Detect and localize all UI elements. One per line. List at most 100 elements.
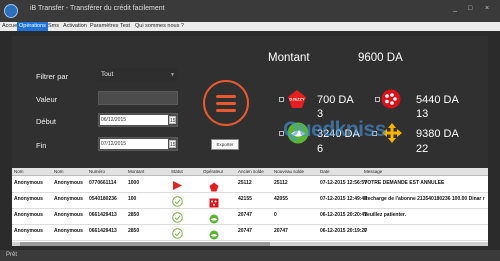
table-row[interactable]: Anonymous Anonymous 0770661114 1000 25112 251…: [12, 176, 488, 193]
col-nom-2[interactable]: Nom: [54, 168, 64, 175]
col-nom-1[interactable]: Nom: [14, 168, 24, 175]
cell-numero: 0540180236: [89, 196, 117, 202]
djezzy-logo-icon: DJEZZY: [287, 89, 307, 109]
mobilis-operator-icon: [209, 227, 219, 240]
operations-table: Nom Nom Numéro Montant Statut Opérateur …: [12, 168, 488, 246]
cell-nom-2: Anonymous: [54, 212, 83, 218]
all-amount: 9380 DA: [416, 128, 459, 140]
minimize-button[interactable]: _: [453, 5, 457, 13]
mobilis-count: 6: [317, 143, 324, 155]
cell-ancien-solde: 20747: [238, 228, 252, 234]
cell-ancien-solde: 25112: [238, 180, 252, 186]
cell-message: VOTRE DEMANDE EST ANNULEE: [364, 180, 445, 186]
cell-nouveau-solde: 0: [274, 212, 277, 218]
fin-date-input[interactable]: 07/12/2015: [100, 139, 168, 149]
menu-parametres[interactable]: Paramètres: [88, 22, 120, 31]
montant-label: Montant: [268, 52, 310, 64]
maximize-button[interactable]: □: [468, 5, 472, 13]
menu-bar: Accueil Opérations Sms Activation Paramè…: [0, 22, 500, 31]
ooredoo-amount: 5440 DA: [416, 94, 459, 106]
chevron-down-icon: ▼: [170, 72, 175, 78]
ooredoo-checkbox[interactable]: [375, 97, 380, 102]
cell-numero: 0770661114: [89, 180, 117, 186]
djezzy-checkbox[interactable]: [279, 97, 284, 102]
ooredoo-operator-icon: [209, 195, 219, 208]
cell-nom-1: Anonymous: [14, 212, 43, 218]
cell-nouveau-solde: 25112: [274, 180, 288, 186]
cell-montant: 1000: [128, 180, 140, 186]
fin-label: Fin: [36, 141, 47, 150]
status-bar: Prêt: [0, 250, 500, 261]
col-nouveau-solde[interactable]: Nouveau solde: [274, 168, 304, 175]
cell-message: 0: [364, 228, 367, 234]
cell-montant: 2850: [128, 212, 140, 218]
menu-operations[interactable]: Opérations: [17, 22, 48, 31]
col-statut[interactable]: Statut: [171, 168, 183, 175]
window-title: iB Transfer - Transférer du crédit facil…: [30, 5, 165, 12]
close-button[interactable]: ×: [485, 5, 489, 13]
cell-ancien-solde: 20747: [238, 212, 252, 218]
all-count: 22: [416, 143, 429, 155]
app-logo-icon: [4, 4, 18, 18]
filtrer-par-select[interactable]: Tout ▼: [98, 68, 178, 82]
cell-numero: 0661429413: [89, 212, 117, 218]
cell-message: Recharge de l'abonne 213540180236 100.00…: [364, 196, 485, 202]
scrollbar-thumb[interactable]: [20, 242, 270, 246]
menu-activation[interactable]: Activation: [61, 22, 89, 31]
cell-nouveau-solde: 42055: [274, 196, 288, 202]
cell-nom-1: Anonymous: [14, 196, 43, 202]
menu-bar-line: [216, 102, 236, 105]
cell-nom-2: Anonymous: [54, 180, 83, 186]
valeur-label: Valeur: [36, 95, 58, 104]
table-row[interactable]: Anonymous Anonymous 0540180236 100 42155 4205…: [12, 192, 488, 209]
filtrer-par-value: Tout: [101, 71, 114, 78]
table-row[interactable]: Anonymous Anonymous 0661429413 2850 20747 0 06…: [12, 208, 488, 225]
cell-montant: 2850: [128, 228, 140, 234]
status-text: Prêt: [6, 252, 18, 258]
cell-date: 06-12-2015 20:19:27: [320, 228, 367, 234]
djezzy-operator-icon: [209, 179, 219, 192]
col-date[interactable]: Date: [320, 168, 330, 175]
status-success-icon: [172, 226, 183, 239]
status-error-icon: [172, 178, 183, 190]
cell-nom-1: Anonymous: [14, 180, 43, 186]
watermark-text: Quedkniss: [283, 118, 386, 141]
cell-nouveau-solde: 20747: [274, 228, 288, 234]
cell-ancien-solde: 42155: [238, 196, 252, 202]
cell-numero: 0661429413: [89, 228, 117, 234]
col-ancien-solde[interactable]: Ancien solde: [238, 168, 264, 175]
menu-test[interactable]: Test: [118, 22, 132, 31]
title-bar: iB Transfer - Transférer du crédit facil…: [0, 0, 500, 22]
col-numero[interactable]: Numéro: [89, 168, 105, 175]
status-success-icon: [172, 194, 183, 207]
djezzy-amount: 700 DA: [317, 94, 354, 106]
debut-date-input[interactable]: 06/12/2015: [100, 115, 168, 125]
table-header: Nom Nom Numéro Montant Statut Opérateur …: [12, 168, 488, 176]
montant-value: 9600 DA: [358, 52, 403, 64]
cell-nom-2: Anonymous: [54, 196, 83, 202]
col-operateur[interactable]: Opérateur: [203, 168, 223, 175]
col-message[interactable]: Message: [364, 168, 382, 175]
col-montant[interactable]: Montant: [128, 168, 144, 175]
djezzy-logo-text: DJEZZY: [289, 97, 305, 102]
status-success-icon: [172, 210, 183, 223]
cell-date: 07-12-2015 12:56:57: [320, 180, 367, 186]
ooredoo-count: 13: [416, 108, 429, 120]
menu-bar-line: [216, 109, 236, 112]
menu-sms[interactable]: Sms: [46, 22, 61, 31]
cell-date: 06-12-2015 20:20:41: [320, 212, 367, 218]
horizontal-scrollbar[interactable]: [12, 242, 488, 246]
cell-nom-1: Anonymous: [14, 228, 43, 234]
cell-nom-2: Anonymous: [54, 228, 83, 234]
valeur-input[interactable]: [98, 91, 178, 105]
debut-calendar-icon[interactable]: 15: [169, 116, 176, 124]
table-row[interactable]: Anonymous Anonymous 0661429413 2850 20747 207…: [12, 224, 488, 241]
debut-label: Début: [36, 117, 57, 126]
fin-calendar-icon[interactable]: 15: [169, 140, 176, 148]
cell-montant: 100: [128, 196, 137, 202]
filtrer-par-label: Filtrer par: [36, 72, 69, 81]
export-menu-button[interactable]: [203, 80, 249, 126]
cell-message: Veuillez patienter.: [364, 212, 406, 218]
menu-qui-sommes-nous[interactable]: Qui sommes nous ?: [133, 22, 186, 31]
mobilis-operator-icon: [209, 211, 219, 224]
